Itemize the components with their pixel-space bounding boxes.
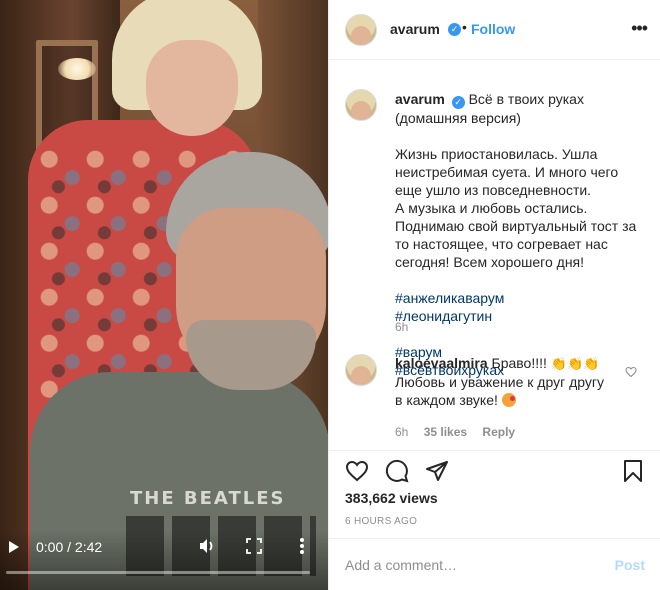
like-heart-icon[interactable]: [345, 459, 369, 483]
header-separator-dot: •: [462, 19, 467, 35]
posted-time[interactable]: 6 HOURS AGO: [345, 516, 417, 527]
kissing-face-icon: [501, 393, 516, 407]
comment-input[interactable]: [345, 553, 595, 577]
post-side-panel: avarum ✓ • Follow ••• avarum ✓ Всё в тво…: [328, 0, 660, 590]
caption-timestamp[interactable]: 6h: [395, 320, 408, 334]
video-woman-face: [146, 40, 238, 136]
more-options-icon[interactable]: •••: [631, 19, 648, 37]
comment-username[interactable]: kaloevaalmira: [395, 355, 488, 371]
caption-avatar[interactable]: [345, 89, 377, 121]
clapping-hands-icon: 👏: [583, 356, 600, 371]
views-count[interactable]: 383,662 views: [345, 490, 438, 506]
comment-like-heart-icon[interactable]: [625, 365, 637, 378]
hashtag-link[interactable]: #леонидагутин: [395, 308, 492, 324]
video-controls: 0:00 / 2:42: [0, 530, 328, 590]
clapping-hands-icon: 👏: [550, 356, 567, 371]
comment-avatar[interactable]: [345, 354, 377, 386]
video-progress-bar[interactable]: [6, 571, 310, 574]
comment-meta: 6h 35 likes Reply: [395, 425, 527, 439]
follow-button[interactable]: Follow: [471, 21, 515, 37]
caption-body: Жизнь приостановилась. Ушла неистребимая…: [395, 146, 637, 270]
verified-badge-icon: ✓: [448, 23, 461, 36]
clapping-hands-icon: 👏: [566, 356, 584, 371]
share-paper-plane-icon[interactable]: [425, 459, 449, 483]
post-video[interactable]: THE BEATLES 0:00 / 2:42: [0, 0, 328, 590]
comment-timestamp[interactable]: 6h: [395, 425, 408, 439]
video-shirt-print: THE BEATLES: [130, 488, 286, 509]
fullscreen-icon[interactable]: [246, 538, 262, 554]
add-comment-bar: Post: [329, 538, 660, 590]
post-header: avarum ✓ • Follow •••: [329, 0, 660, 60]
comments-section[interactable]: avarum ✓ Всё в твоих руках (домашняя вер…: [329, 61, 660, 450]
volume-icon[interactable]: [198, 537, 216, 555]
save-bookmark-icon[interactable]: [621, 459, 645, 483]
play-icon[interactable]: [8, 540, 22, 554]
video-time: 0:00 / 2:42: [36, 539, 103, 555]
video-more-icon[interactable]: [296, 536, 308, 556]
hashtag-link[interactable]: #анжеликаварум: [395, 290, 504, 306]
comment-bubble-icon[interactable]: [385, 459, 409, 483]
comment-likes-count[interactable]: 35 likes: [424, 425, 467, 439]
post-comment-button[interactable]: Post: [615, 557, 645, 573]
caption-username[interactable]: avarum: [395, 91, 445, 107]
comment-reply-button[interactable]: Reply: [482, 425, 515, 439]
comment-text: kaloevaalmira Браво!!!! 👏👏👏 Любовь и ува…: [395, 354, 615, 409]
verified-badge-icon: ✓: [451, 96, 465, 109]
comment-text-start: Браво!!!!: [491, 355, 547, 371]
avatar[interactable]: [345, 14, 377, 46]
post-actions: [329, 450, 660, 490]
header-username[interactable]: avarum: [390, 21, 440, 37]
comment-text-end: Любовь и уважение к друг другу в каждом …: [395, 374, 604, 408]
video-background-lamp: [58, 58, 96, 80]
caption: avarum ✓ Всё в твоих руках (домашняя вер…: [395, 90, 647, 379]
